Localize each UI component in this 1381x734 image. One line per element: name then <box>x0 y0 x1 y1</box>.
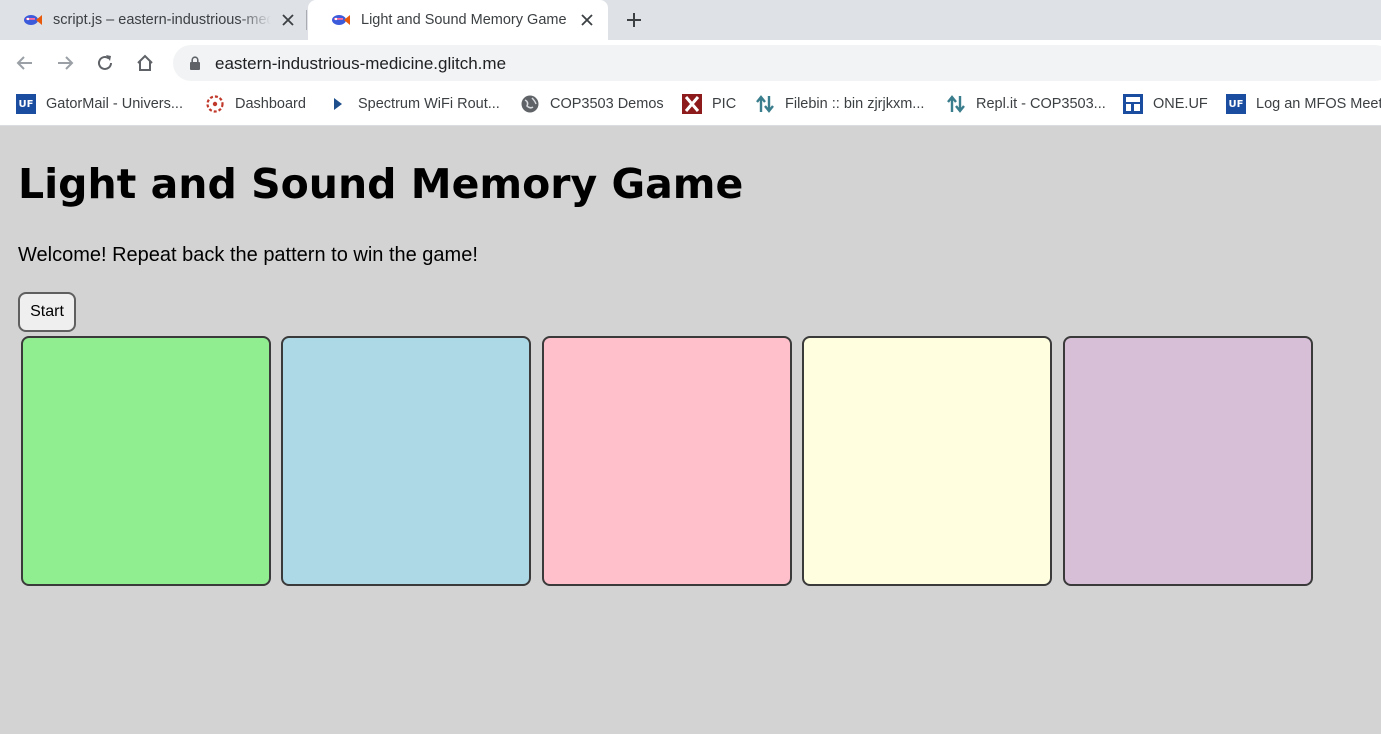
one-uf-icon <box>1123 94 1143 114</box>
bookmarks-bar: UF GatorMail - Univers... Dashboard Spec… <box>0 86 1381 126</box>
glitch-fish-icon <box>22 12 42 28</box>
game-button-4[interactable] <box>802 336 1052 586</box>
game-button-1[interactable] <box>21 336 271 586</box>
canvas-icon <box>205 94 225 114</box>
bookmark-cop3503-demos[interactable]: COP3503 Demos <box>520 94 664 114</box>
uf-icon: UF <box>16 94 36 114</box>
bookmark-label: Dashboard <box>235 96 306 112</box>
close-icon[interactable] <box>279 11 297 29</box>
updown-arrows-icon <box>755 94 775 114</box>
bookmark-replit[interactable]: Repl.it - COP3503... <box>946 94 1106 114</box>
updown-arrows-icon <box>946 94 966 114</box>
forward-button[interactable] <box>53 51 77 75</box>
bookmark-label: Filebin :: bin zjrjkxm... <box>785 96 925 112</box>
arrow-left-icon <box>16 56 32 70</box>
reload-icon <box>98 55 112 70</box>
game-button-2[interactable] <box>281 336 531 586</box>
uf-icon: UF <box>1226 94 1246 114</box>
bookmark-pic[interactable]: PIC <box>682 94 736 114</box>
address-bar[interactable]: eastern-industrious-medicine.glitch.me <box>173 45 1381 81</box>
tab-script-js[interactable]: script.js – eastern-industrious-medicine <box>0 0 306 40</box>
close-icon[interactable] <box>578 11 596 29</box>
start-button[interactable]: Start <box>18 292 76 332</box>
play-triangle-icon <box>328 94 348 114</box>
page-content: Light and Sound Memory Game Welcome! Rep… <box>0 126 1381 734</box>
bookmark-label: Repl.it - COP3503... <box>976 96 1106 112</box>
bookmark-label: ONE.UF <box>1153 96 1208 112</box>
bookmark-label: PIC <box>712 96 737 112</box>
x-logo-icon <box>682 94 702 114</box>
browser-toolbar: eastern-industrious-medicine.glitch.me <box>0 40 1381 86</box>
arrow-right-icon <box>58 56 74 70</box>
bookmark-mfos[interactable]: UF Log an MFOS Meet <box>1226 94 1381 114</box>
bookmark-one-uf[interactable]: ONE.UF <box>1123 94 1208 114</box>
home-icon <box>137 54 153 71</box>
bookmark-spectrum[interactable]: Spectrum WiFi Rout... <box>328 94 500 114</box>
page-title: Light and Sound Memory Game <box>18 160 744 208</box>
tab-title: script.js – eastern-industrious-medicine <box>53 12 271 28</box>
tab-title: Light and Sound Memory Game <box>361 12 567 28</box>
bookmark-filebin[interactable]: Filebin :: bin zjrjkxm... <box>755 94 924 114</box>
bookmark-label: Spectrum WiFi Rout... <box>358 96 500 112</box>
tab-separator <box>306 10 307 30</box>
glitch-fish-icon <box>330 12 350 28</box>
bookmark-dashboard[interactable]: Dashboard <box>205 94 306 114</box>
home-button[interactable] <box>133 51 157 75</box>
bookmark-label: Log an MFOS Meet <box>1256 96 1381 112</box>
tab-memory-game[interactable]: Light and Sound Memory Game <box>308 0 608 40</box>
back-button[interactable] <box>13 51 37 75</box>
reload-button[interactable] <box>93 51 117 75</box>
globe-icon <box>520 94 540 114</box>
bookmark-label: GatorMail - Univers... <box>46 96 183 112</box>
new-tab-button[interactable] <box>622 8 646 32</box>
plus-icon <box>627 13 641 27</box>
game-button-3[interactable] <box>542 336 792 586</box>
welcome-text: Welcome! Repeat back the pattern to win … <box>18 244 478 266</box>
tab-strip: script.js – eastern-industrious-medicine… <box>0 0 1381 40</box>
game-button-5[interactable] <box>1063 336 1313 586</box>
bookmark-gatormail[interactable]: UF GatorMail - Univers... <box>16 94 183 114</box>
lock-icon <box>190 56 200 70</box>
address-text: eastern-industrious-medicine.glitch.me <box>215 54 507 73</box>
bookmark-label: COP3503 Demos <box>550 96 664 112</box>
